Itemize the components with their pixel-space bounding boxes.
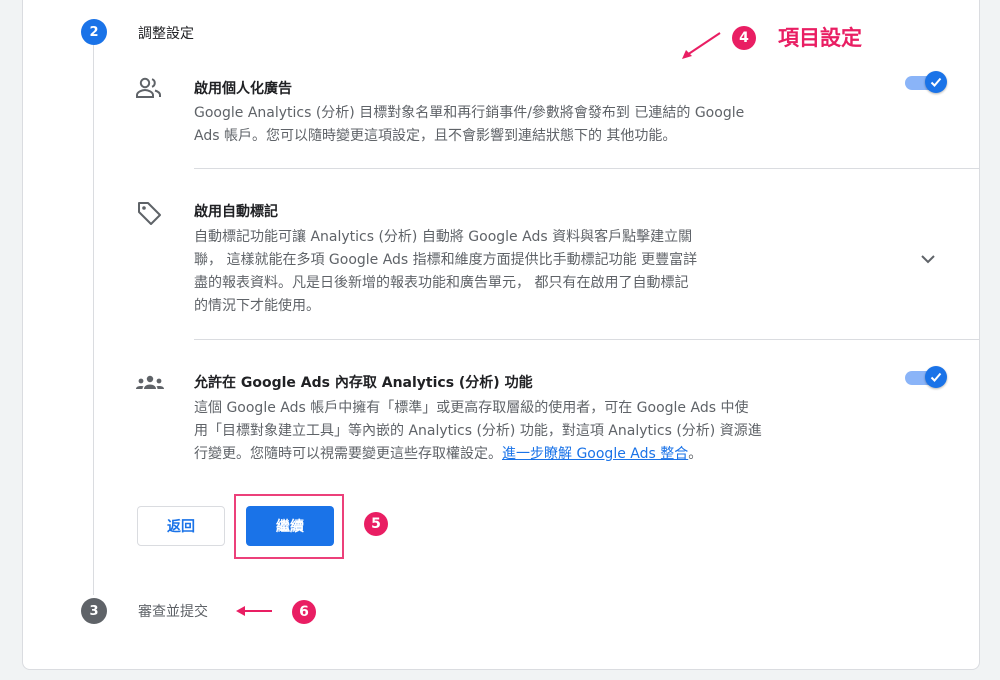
people-icon	[135, 76, 163, 104]
chevron-down-icon[interactable]	[919, 250, 937, 272]
learn-more-link[interactable]: 進一步瞭解 Google Ads 整合	[502, 446, 688, 462]
back-button[interactable]: 返回	[137, 506, 225, 546]
section-description: Google Analytics (分析) 目標對象名單和再行銷事件/參數將會發…	[194, 105, 745, 144]
step-3-label: 審查並提交	[138, 604, 208, 620]
divider	[194, 339, 980, 340]
personalized-ads-toggle[interactable]	[905, 71, 947, 95]
annotation-label-4: 項目設定	[778, 26, 862, 50]
section-analytics-access: 允許在 Google Ads 內存取 Analytics (分析) 功能 這個 …	[135, 370, 980, 470]
section-title: 允許在 Google Ads 內存取 Analytics (分析) 功能	[194, 375, 533, 391]
group-icon	[135, 374, 165, 396]
section-description: 這個 Google Ads 帳戶中擁有「標準」或更高存取層級的使用者，可在 Go…	[194, 400, 762, 462]
annotation-badge-5: 5	[364, 512, 388, 536]
annotation-arrow-4	[682, 32, 721, 59]
annotation-arrow-6	[236, 606, 272, 616]
tag-icon	[135, 199, 163, 231]
section-description: 自動標記功能可讓 Analytics (分析) 自動將 Google Ads 資…	[194, 229, 698, 314]
section-title: 啟用自動標記	[194, 204, 278, 220]
analytics-access-toggle[interactable]	[905, 366, 947, 390]
step-2-indicator: 2	[81, 19, 107, 45]
section-auto-tagging: 啟用自動標記 自動標記功能可讓 Analytics (分析) 自動將 Googl…	[135, 199, 980, 329]
step-3-indicator: 3	[81, 598, 107, 624]
section-title: 啟用個人化廣告	[194, 81, 292, 97]
continue-button[interactable]: 繼續	[246, 506, 334, 546]
check-icon	[930, 77, 942, 87]
step-2-label: 調整設定	[138, 26, 194, 42]
stepper-line	[93, 45, 94, 595]
check-icon	[930, 372, 942, 382]
divider	[194, 168, 980, 169]
annotation-badge-4: 4	[732, 26, 756, 50]
annotation-badge-6: 6	[292, 600, 316, 624]
section-personalized-ads: 啟用個人化廣告 Google Analytics (分析) 目標對象名單和再行銷…	[135, 74, 980, 164]
